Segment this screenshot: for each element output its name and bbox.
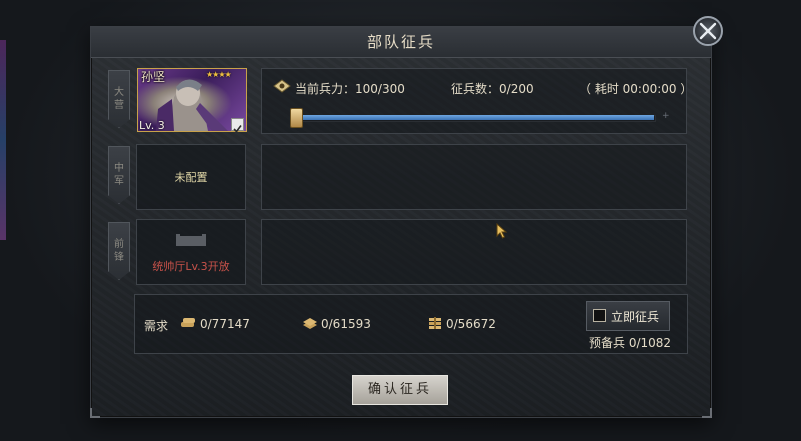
dialog-title: 部队征兵	[366, 33, 435, 51]
current-troops-label: 当前兵力：	[295, 82, 356, 96]
confirm-recruit-label: 确认征兵	[367, 382, 432, 397]
hero-name: 孙坚	[141, 70, 166, 84]
slot-tag-vanguard: 前 锋	[108, 222, 130, 280]
check-icon	[233, 125, 242, 133]
close-button[interactable]	[693, 16, 723, 46]
instant-recruit-label: 立即征兵	[611, 310, 660, 324]
slider-plus-icon[interactable]: +	[662, 111, 670, 121]
slot-tag-char: 中	[114, 163, 124, 174]
locked-slot-card	[136, 219, 246, 285]
troop-icon	[273, 78, 291, 97]
iron-value: 0/61593	[321, 317, 371, 331]
current-troops: 当前兵力：100/300	[295, 80, 405, 97]
mouse-cursor-icon	[496, 222, 508, 243]
center-army-panel	[261, 144, 687, 210]
hero-stars: ★★★★	[206, 70, 232, 79]
recruit-count: 征兵数：0/200	[451, 80, 534, 97]
locked-slot-label: 统帅厅Lv.3开放	[152, 260, 230, 273]
recruit-time: （ 耗时 00:00:00 ）	[579, 82, 693, 96]
vanguard-panel	[261, 219, 687, 285]
wood-value: 0/77147	[200, 317, 250, 331]
recruit-count-value: 0/200	[499, 82, 534, 96]
lock-icon	[174, 232, 208, 252]
slot-tag-main-camp: 大 营	[108, 70, 130, 128]
grain-value: 0/56672	[446, 317, 496, 331]
instant-recruit-checkbox[interactable]	[593, 309, 606, 322]
requirements-label: 需求	[144, 319, 169, 333]
slot-tag-char: 军	[114, 176, 124, 187]
corner-ornament	[702, 408, 712, 418]
recruit-slider-thumb[interactable]	[290, 108, 303, 128]
hero-checkbox[interactable]	[231, 118, 244, 133]
grain-icon	[428, 315, 442, 334]
slot-tag-char: 前	[114, 239, 124, 250]
slot-tag-center-army: 中 军	[108, 146, 130, 204]
reserve-troops: 预备兵 0/1082	[589, 336, 672, 350]
recruit-slider-fill	[292, 115, 654, 120]
slot-tag-char: 锋	[114, 252, 124, 263]
current-troops-value: 100/300	[355, 82, 405, 96]
recruit-panel	[261, 68, 687, 134]
dialog-title-bar: 部队征兵	[91, 27, 711, 58]
empty-slot-card[interactable]: 未配置	[136, 144, 246, 210]
slot-tag-char: 大	[114, 87, 124, 98]
slot-tag-char: 营	[114, 100, 124, 111]
recruit-count-label: 征兵数：	[451, 82, 500, 96]
confirm-recruit-button[interactable]: 确认征兵	[352, 375, 448, 405]
close-icon	[699, 22, 717, 40]
background-edge	[0, 40, 6, 240]
wood-icon	[180, 315, 196, 334]
empty-slot-label: 未配置	[174, 171, 208, 184]
hero-level: Lv. 3	[139, 119, 165, 132]
iron-icon	[302, 315, 318, 334]
corner-ornament	[90, 408, 100, 418]
